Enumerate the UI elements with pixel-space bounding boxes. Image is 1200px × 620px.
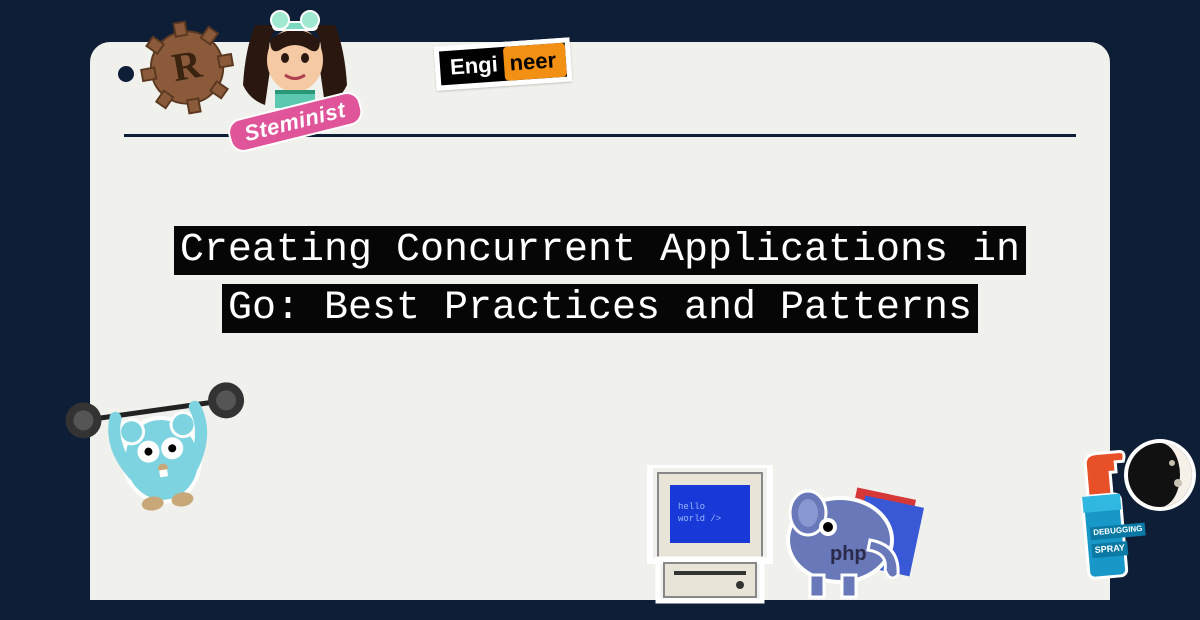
gopher-sticker xyxy=(60,358,260,537)
computer-screen-text: hello xyxy=(678,502,705,512)
title-container: Creating Concurrent Applications in Go: … xyxy=(90,222,1110,338)
card-punch-hole xyxy=(118,66,134,82)
engineer-label-left: Engi xyxy=(439,51,504,81)
php-elephant-icon: php xyxy=(770,475,930,605)
engineer-label-right: neer xyxy=(502,43,567,81)
svg-text:world />: world /> xyxy=(678,514,721,524)
php-label: php xyxy=(830,543,867,565)
php-elephant-sticker: php xyxy=(770,475,930,610)
gopher-lifting-icon xyxy=(60,358,259,532)
retro-computer-icon: hello world /> xyxy=(640,465,780,615)
moon-phase-icon xyxy=(1120,435,1200,515)
retro-computer-sticker: hello world /> xyxy=(640,465,780,620)
steminist-sticker: Steminist xyxy=(225,10,365,135)
moon-phase-sticker xyxy=(1120,435,1200,520)
page-title: Creating Concurrent Applications in Go: … xyxy=(174,226,1026,333)
